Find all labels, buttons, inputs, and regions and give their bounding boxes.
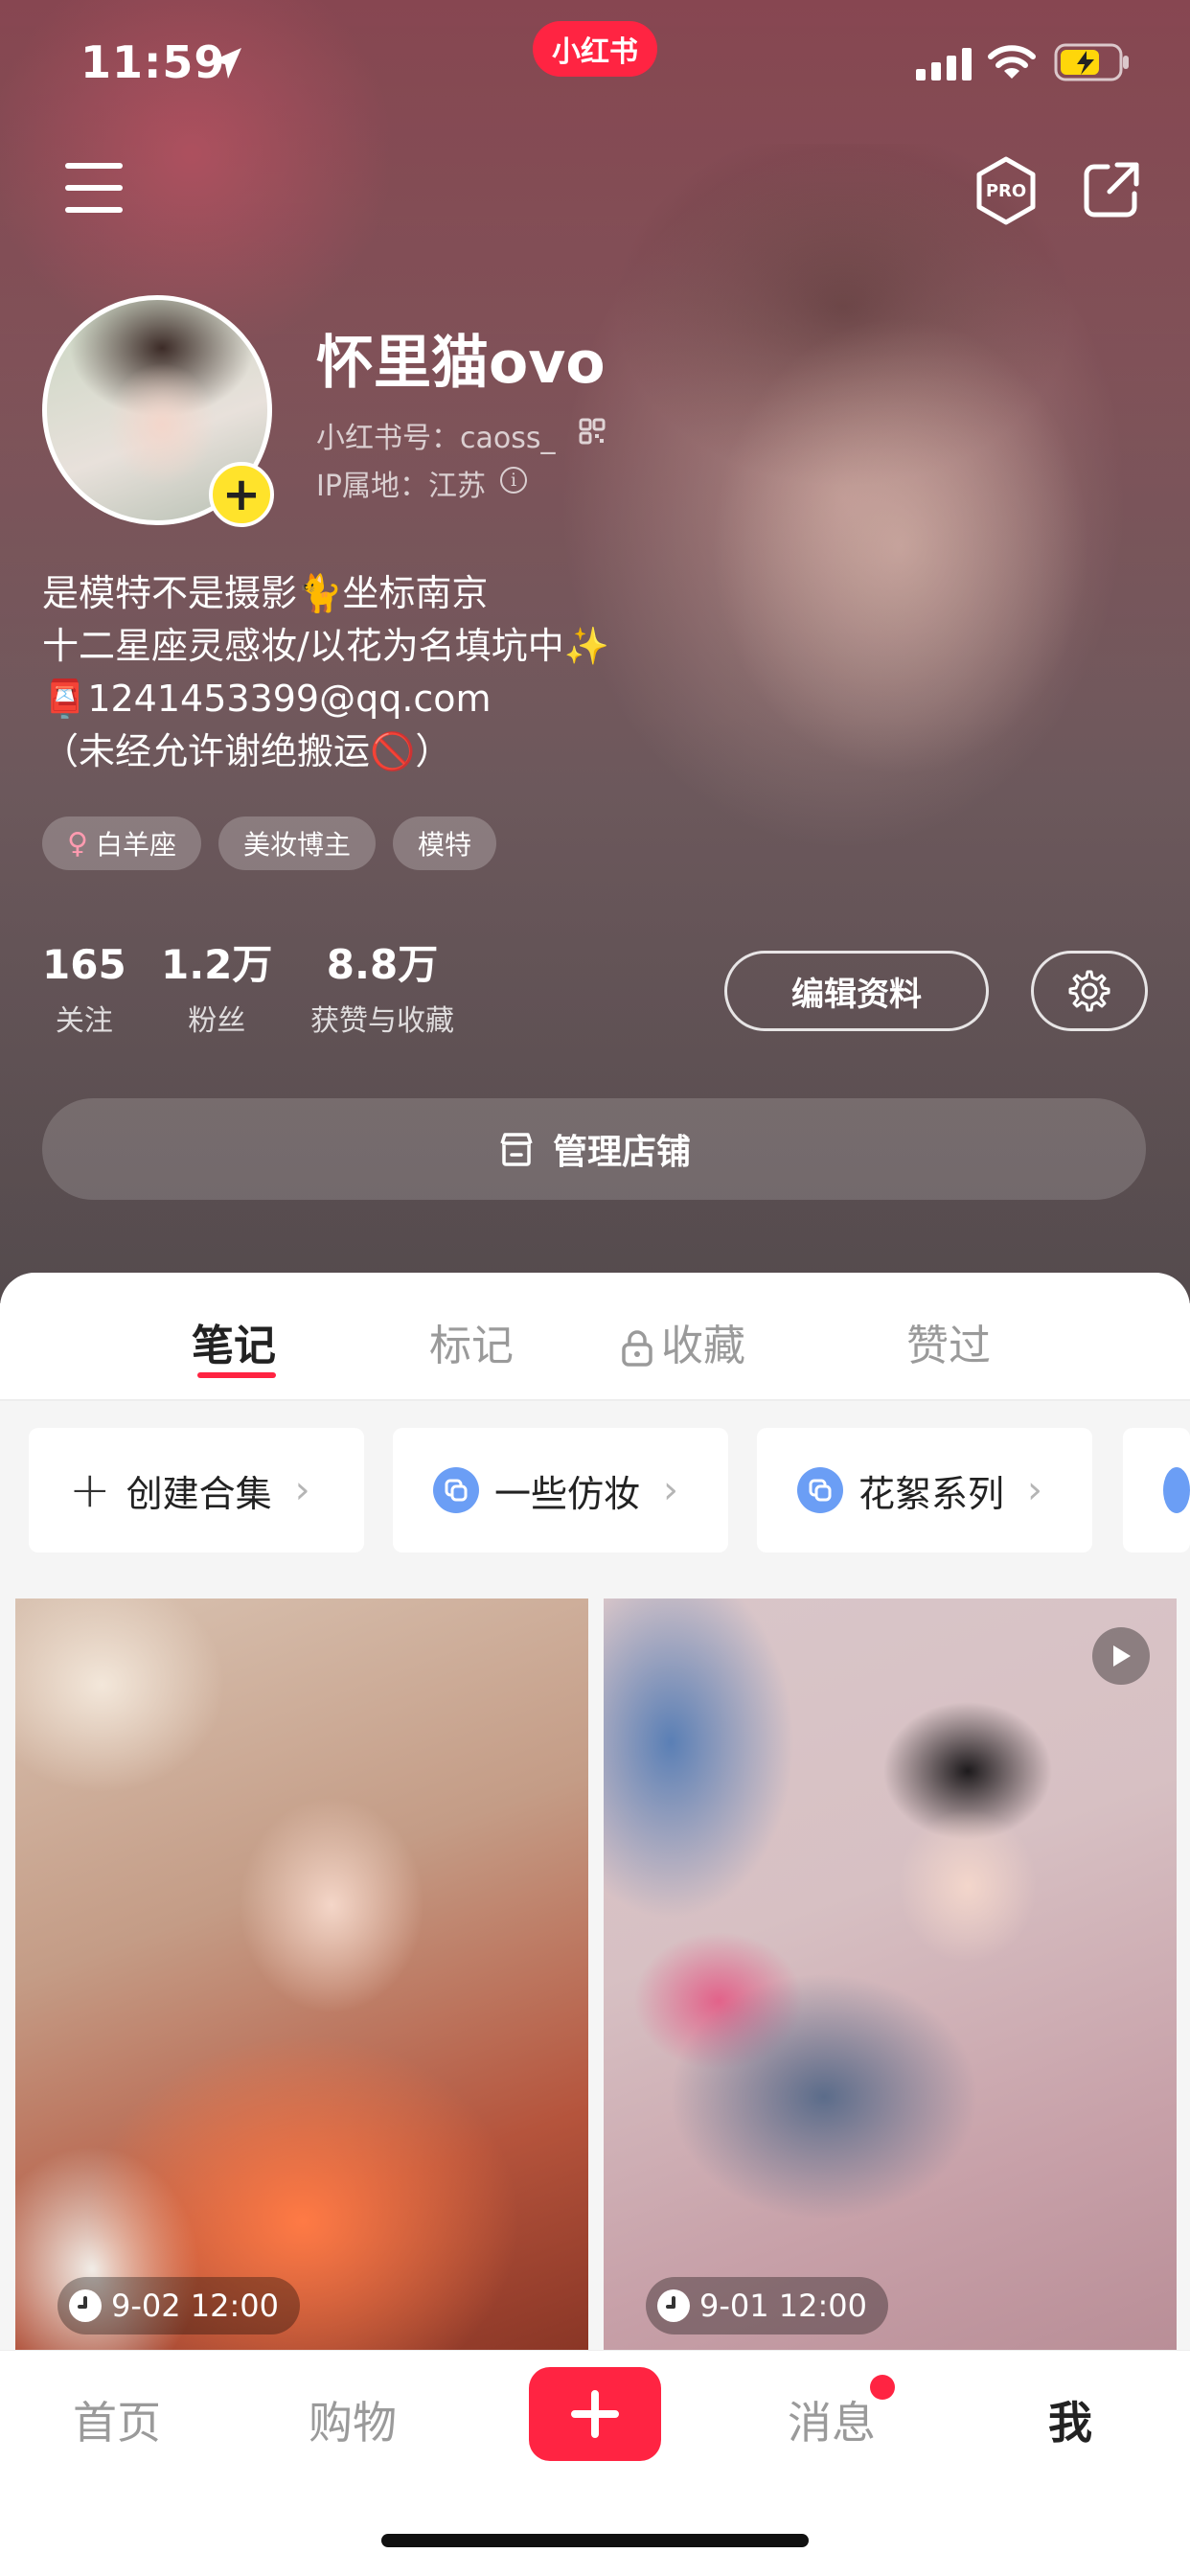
collection-label: 一些仿妆: [494, 1472, 641, 1515]
profile-tags: ♀ 白羊座 美妆博主 模特: [42, 816, 497, 870]
status-time: 11:59: [80, 36, 226, 88]
stat-label: 获赞与收藏: [310, 1004, 454, 1038]
note-cover-image: [15, 1598, 588, 2350]
plus-icon: +: [69, 1461, 111, 1519]
battery-icon: [1054, 43, 1129, 81]
stat-following[interactable]: 165 关注: [42, 941, 126, 1039]
profile-tabs: 笔记 标记 收藏 赞过: [0, 1273, 1190, 1399]
bio-line: 📮1241453399@qq.com: [42, 678, 492, 720]
app-badge[interactable]: 小红书: [533, 21, 657, 77]
share-icon[interactable]: [1081, 159, 1142, 220]
female-icon: ♀: [67, 826, 88, 861]
note-schedule: 9-01 12:00: [646, 2277, 889, 2334]
collection-label: 花絮系列: [858, 1472, 1005, 1515]
collection-icon: [797, 1467, 843, 1513]
note-schedule: 9-02 12:00: [57, 2277, 301, 2334]
tag-label: 模特: [418, 829, 472, 861]
pro-icon[interactable]: PRO: [973, 155, 1039, 226]
bio-line: 是模特不是摄影🐈坐标南京: [42, 572, 489, 614]
publish-button[interactable]: [529, 2367, 661, 2461]
nav-home[interactable]: 首页: [73, 2388, 161, 2451]
home-indicator: [381, 2534, 809, 2547]
unread-dot: [870, 2375, 895, 2400]
nav-shopping[interactable]: 购物: [309, 2388, 397, 2451]
tag-label: 白羊座: [95, 829, 176, 861]
svg-text:PRO: PRO: [986, 181, 1026, 201]
collection-label: 创建合集: [126, 1472, 272, 1515]
bio: 是模特不是摄影🐈坐标南京 十二星座灵感妆/以花为名填坑中✨ 📮124145339…: [42, 567, 770, 778]
collection-item-partial[interactable]: [1123, 1428, 1190, 1552]
clock-icon: [69, 2289, 102, 2322]
nickname: 怀里猫ovo: [316, 330, 606, 397]
note-time: 9-01 12:00: [699, 2288, 868, 2324]
chevron-right-icon: ›: [294, 1468, 310, 1512]
manage-store-label: 管理店铺: [552, 1133, 691, 1172]
profile-page: 11:59 小红书 PRO + 怀里猫ovo 小红书号：caoss_ IP属地：…: [0, 0, 1190, 2576]
collection-item[interactable]: 花絮系列 ›: [757, 1428, 1092, 1552]
clock-icon: [657, 2289, 690, 2322]
manage-store-button[interactable]: 管理店铺: [42, 1098, 1146, 1200]
edit-profile-button[interactable]: 编辑资料: [724, 951, 989, 1031]
qr-code-icon[interactable]: [579, 418, 606, 445]
collection-icon: [1163, 1467, 1190, 1513]
bio-line: 十二星座灵感妆/以花为名填坑中✨: [42, 625, 610, 667]
stat-label: 粉丝: [188, 1004, 246, 1038]
note-card[interactable]: 9-02 12:00: [15, 1598, 588, 2350]
settings-button[interactable]: [1031, 951, 1148, 1031]
stat-label: 关注: [55, 1004, 113, 1038]
stat-value: 8.8万: [326, 941, 439, 988]
note-cover-image: [604, 1598, 1177, 2350]
store-icon: [500, 1133, 533, 1166]
stat-value: 1.2万: [161, 941, 273, 988]
tab-liked[interactable]: 赞过: [906, 1311, 991, 1372]
signal-icon: [916, 48, 972, 80]
tag-beauty-blogger[interactable]: 美妆博主: [218, 816, 377, 870]
note-time: 9-02 12:00: [111, 2288, 280, 2324]
wifi-icon: [988, 45, 1036, 79]
nav-messages[interactable]: 消息: [788, 2388, 876, 2451]
stat-likes-saves[interactable]: 8.8万 获赞与收藏: [310, 941, 454, 1039]
menu-icon[interactable]: [65, 163, 123, 213]
stat-followers[interactable]: 1.2万 粉丝: [161, 941, 272, 1039]
tag-zodiac[interactable]: ♀ 白羊座: [42, 816, 201, 870]
tab-tagged[interactable]: 标记: [429, 1311, 514, 1372]
create-collection-button[interactable]: + 创建合集 ›: [29, 1428, 364, 1552]
location-arrow-icon: [211, 48, 241, 79]
bio-line: （未经允许谢绝搬运🚫）: [42, 730, 452, 772]
info-icon[interactable]: i: [500, 467, 527, 494]
tab-collections[interactable]: 收藏: [621, 1311, 745, 1372]
active-tab-indicator: [197, 1372, 276, 1378]
tag-model[interactable]: 模特: [393, 816, 497, 870]
rednote-id: 小红书号：caoss_: [316, 422, 556, 455]
collection-icon: [433, 1467, 479, 1513]
avatar-add-button[interactable]: +: [209, 462, 274, 527]
gear-icon: [1068, 970, 1110, 1012]
tab-notes[interactable]: 笔记: [192, 1311, 276, 1372]
tag-label: 美妆博主: [243, 829, 352, 861]
play-icon: [1092, 1627, 1150, 1685]
chevron-right-icon: ›: [1027, 1468, 1043, 1512]
chevron-right-icon: ›: [663, 1468, 679, 1512]
collection-item[interactable]: 一些仿妆 ›: [393, 1428, 728, 1552]
ip-location: IP属地：江苏: [316, 470, 486, 503]
stat-value: 165: [42, 941, 126, 988]
note-card[interactable]: 9-01 12:00: [604, 1598, 1177, 2350]
tab-label: 收藏: [661, 1322, 745, 1370]
lock-icon: [622, 1330, 652, 1367]
nav-me[interactable]: 我: [1048, 2388, 1092, 2451]
plus-icon: [571, 2390, 619, 2438]
